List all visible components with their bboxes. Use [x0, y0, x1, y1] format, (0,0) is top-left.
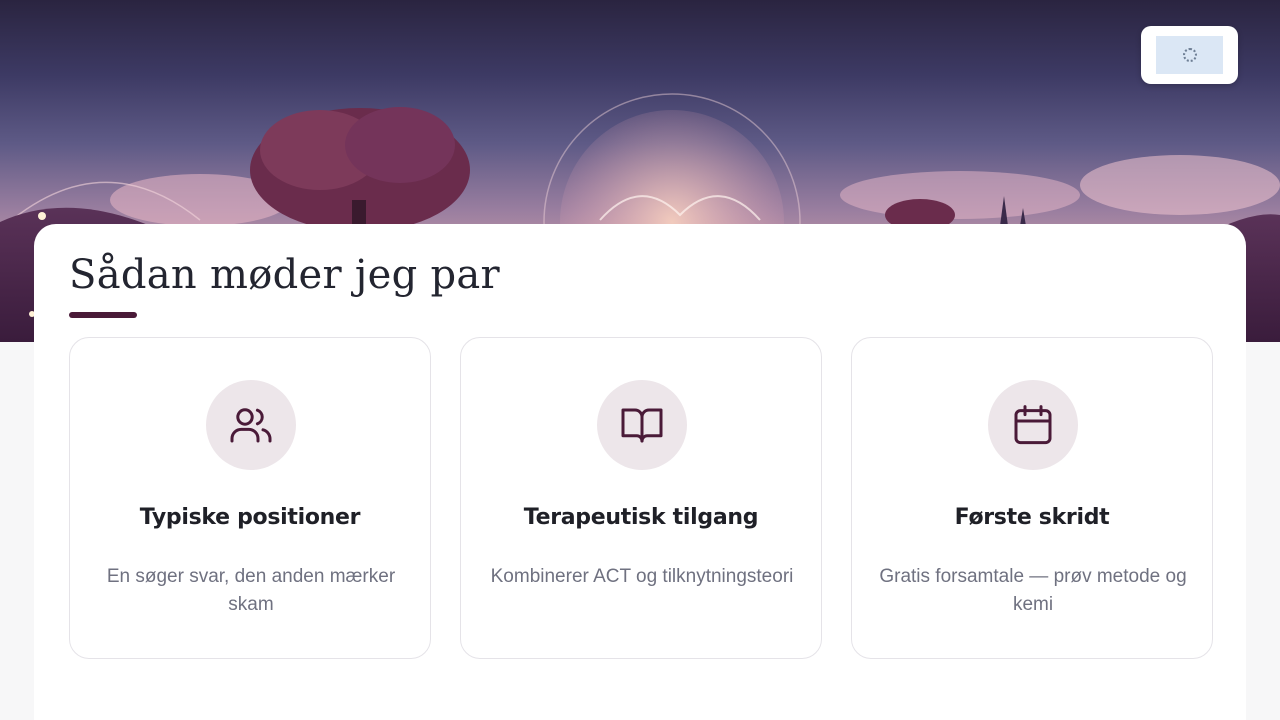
- card-icon-circle: [988, 380, 1078, 470]
- card-typiske-positioner: Typiske positioner En søger svar, den an…: [69, 337, 431, 659]
- section-title: Sådan møder jeg par: [69, 252, 500, 298]
- card-title: Første skridt: [954, 505, 1110, 530]
- card-description: Kombinerer ACT og tilknytningsteori: [490, 566, 794, 587]
- card-terapeutisk-tilgang: Terapeutisk tilgang Kombinerer ACT og ti…: [460, 337, 822, 659]
- loading-spinner-icon: [1182, 48, 1197, 62]
- calendar-icon: [1014, 405, 1052, 445]
- card-foerste-skridt: Første skridt Gratis forsamtale — prøv m…: [851, 337, 1213, 659]
- card-title: Typiske positioner: [139, 505, 361, 530]
- loading-widget[interactable]: [1141, 26, 1238, 84]
- card-icon-circle: [206, 380, 296, 470]
- loading-widget-frame: [1156, 36, 1223, 74]
- open-book-icon: [621, 408, 663, 443]
- users-icon: [230, 408, 272, 443]
- card-title: Terapeutisk tilgang: [523, 505, 759, 530]
- title-underline: [69, 312, 137, 318]
- card-description: Gratis forsamtale — prøv metode og kemi: [879, 566, 1187, 615]
- card-description: En søger svar, den anden mærker skam: [106, 566, 396, 615]
- content-panel: Sådan møder jeg par Typiske positioner E…: [34, 224, 1246, 720]
- card-icon-circle: [597, 380, 687, 470]
